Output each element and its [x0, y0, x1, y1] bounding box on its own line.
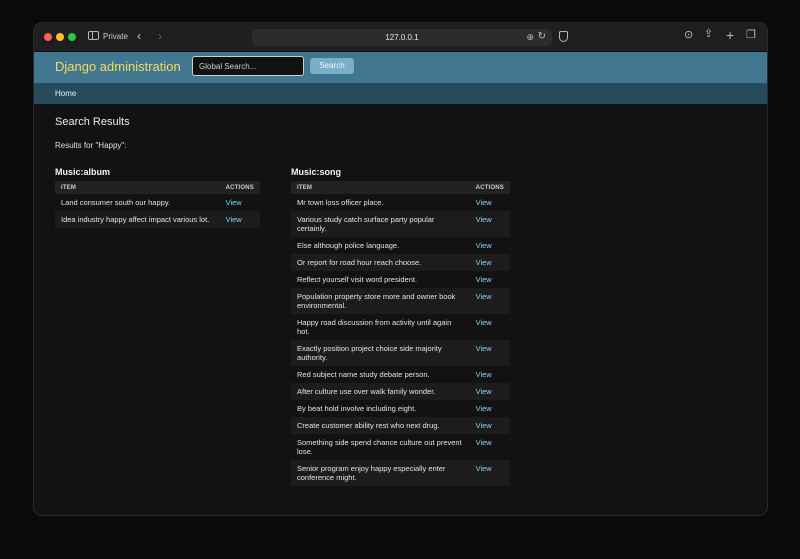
search-button[interactable]: Search — [310, 58, 354, 74]
view-link[interactable]: View — [476, 318, 492, 327]
actions-column-header: ACTIONS — [219, 181, 260, 194]
admin-header: Django administration Search — [34, 52, 767, 83]
view-link[interactable]: View — [476, 404, 492, 413]
site-brand[interactable]: Django administration — [55, 59, 181, 74]
table-header-row: ITEM ACTIONS — [55, 181, 260, 194]
url-text: 127.0.0.1 — [385, 33, 419, 42]
view-link[interactable]: View — [476, 275, 492, 284]
page-title: Search Results — [55, 116, 130, 128]
table-row: Else although police language. View — [291, 237, 510, 254]
row-item-text: Exactly position project choice side maj… — [291, 340, 470, 366]
view-link[interactable]: View — [476, 464, 492, 473]
row-item-text: Happy road discussion from activity unti… — [291, 314, 470, 340]
row-item-text: Land consumer south our happy. — [55, 194, 220, 211]
row-item-text: Something side spend chance culture out … — [291, 434, 470, 460]
album-results-table: ITEM ACTIONS Land consumer south our hap… — [55, 181, 260, 228]
table-row: Create customer ability rest who next dr… — [291, 417, 510, 434]
table-row: Idea industry happy affect impact variou… — [55, 211, 260, 228]
view-link[interactable]: View — [476, 387, 492, 396]
item-column-header: ITEM — [291, 181, 470, 194]
row-item-text: Else although police language. — [291, 237, 470, 254]
view-link[interactable]: View — [476, 370, 492, 379]
row-item-text: Various study catch surface party popula… — [291, 211, 470, 237]
admin-page: Django administration Search Home Search… — [34, 52, 767, 515]
table-row: Exactly position project choice side maj… — [291, 340, 510, 366]
translate-icon[interactable]: ⊕ — [526, 32, 534, 43]
address-bar[interactable]: 127.0.0.1 ⊕ ↻ — [252, 29, 552, 46]
table-row: By beat hold involve including eight. Vie… — [291, 400, 510, 417]
table-row: Red subject name study debate person. Vie… — [291, 366, 510, 383]
back-arrow-icon[interactable]: ‹ — [137, 30, 141, 42]
share-icon[interactable]: ⇪ — [704, 29, 713, 40]
browser-window: Private ‹ › 127.0.0.1 ⊕ ↻ ⊙ ⇪ + ❐ Django… — [33, 22, 768, 516]
row-item-text: Or report for road hour reach choose. — [291, 254, 470, 271]
actions-column-header: ACTIONS — [469, 181, 510, 194]
view-link[interactable]: View — [476, 241, 492, 250]
row-item-text: Red subject name study debate person. — [291, 366, 470, 383]
shield-icon[interactable] — [559, 31, 568, 42]
view-link[interactable]: View — [476, 438, 492, 447]
row-item-text: Senior program enjoy happy especially en… — [291, 460, 470, 486]
breadcrumb-home-link[interactable]: Home — [55, 89, 76, 98]
table-row: After culture use over walk family wonde… — [291, 383, 510, 400]
table-row: Land consumer south our happy. View — [55, 194, 260, 211]
view-link[interactable]: View — [476, 215, 492, 224]
reload-icon[interactable]: ↻ — [538, 31, 546, 42]
view-link[interactable]: View — [226, 215, 242, 224]
item-column-header: ITEM — [55, 181, 220, 194]
song-results-table: ITEM ACTIONS Mr town loss officer place.… — [291, 181, 510, 486]
browser-toolbar: Private ‹ › 127.0.0.1 ⊕ ↻ ⊙ ⇪ + ❐ — [34, 23, 767, 52]
view-link[interactable]: View — [476, 198, 492, 207]
sidebar-toggle-icon[interactable] — [88, 31, 99, 40]
table-row: Various study catch surface party popula… — [291, 211, 510, 237]
close-window-button[interactable] — [44, 33, 52, 41]
private-label: Private — [103, 32, 128, 41]
row-item-text: Population property store more and owner… — [291, 288, 470, 314]
global-search-input[interactable] — [192, 56, 304, 76]
zoom-window-button[interactable] — [68, 33, 76, 41]
new-tab-icon[interactable]: + — [726, 28, 734, 42]
row-item-text: Reflect yourself visit word president. — [291, 271, 470, 288]
view-link[interactable]: View — [226, 198, 242, 207]
table-header-row: ITEM ACTIONS — [291, 181, 510, 194]
tab-overview-icon[interactable]: ❐ — [746, 30, 756, 41]
results-for-label: Results for "Happy": — [55, 141, 127, 150]
forward-arrow-icon[interactable]: › — [158, 30, 162, 42]
table-row: Senior program enjoy happy especially en… — [291, 460, 510, 486]
table-row: Population property store more and owner… — [291, 288, 510, 314]
breadcrumb: Home — [34, 83, 767, 104]
row-item-text: After culture use over walk family wonde… — [291, 383, 470, 400]
table-row: Happy road discussion from activity unti… — [291, 314, 510, 340]
table-row: Reflect yourself visit word president. Vi… — [291, 271, 510, 288]
row-item-text: Mr town loss officer place. — [291, 194, 470, 211]
download-icon[interactable]: ⊙ — [684, 30, 693, 41]
album-section-title: Music:album — [55, 167, 111, 177]
table-row: Something side spend chance culture out … — [291, 434, 510, 460]
view-link[interactable]: View — [476, 344, 492, 353]
table-row: Or report for road hour reach choose. Vie… — [291, 254, 510, 271]
view-link[interactable]: View — [476, 292, 492, 301]
view-link[interactable]: View — [476, 258, 492, 267]
song-section-title: Music:song — [291, 167, 342, 177]
row-item-text: Create customer ability rest who next dr… — [291, 417, 470, 434]
view-link[interactable]: View — [476, 421, 492, 430]
row-item-text: Idea industry happy affect impact variou… — [55, 211, 220, 228]
row-item-text: By beat hold involve including eight. — [291, 400, 470, 417]
minimize-window-button[interactable] — [56, 33, 64, 41]
table-row: Mr town loss officer place. View — [291, 194, 510, 211]
